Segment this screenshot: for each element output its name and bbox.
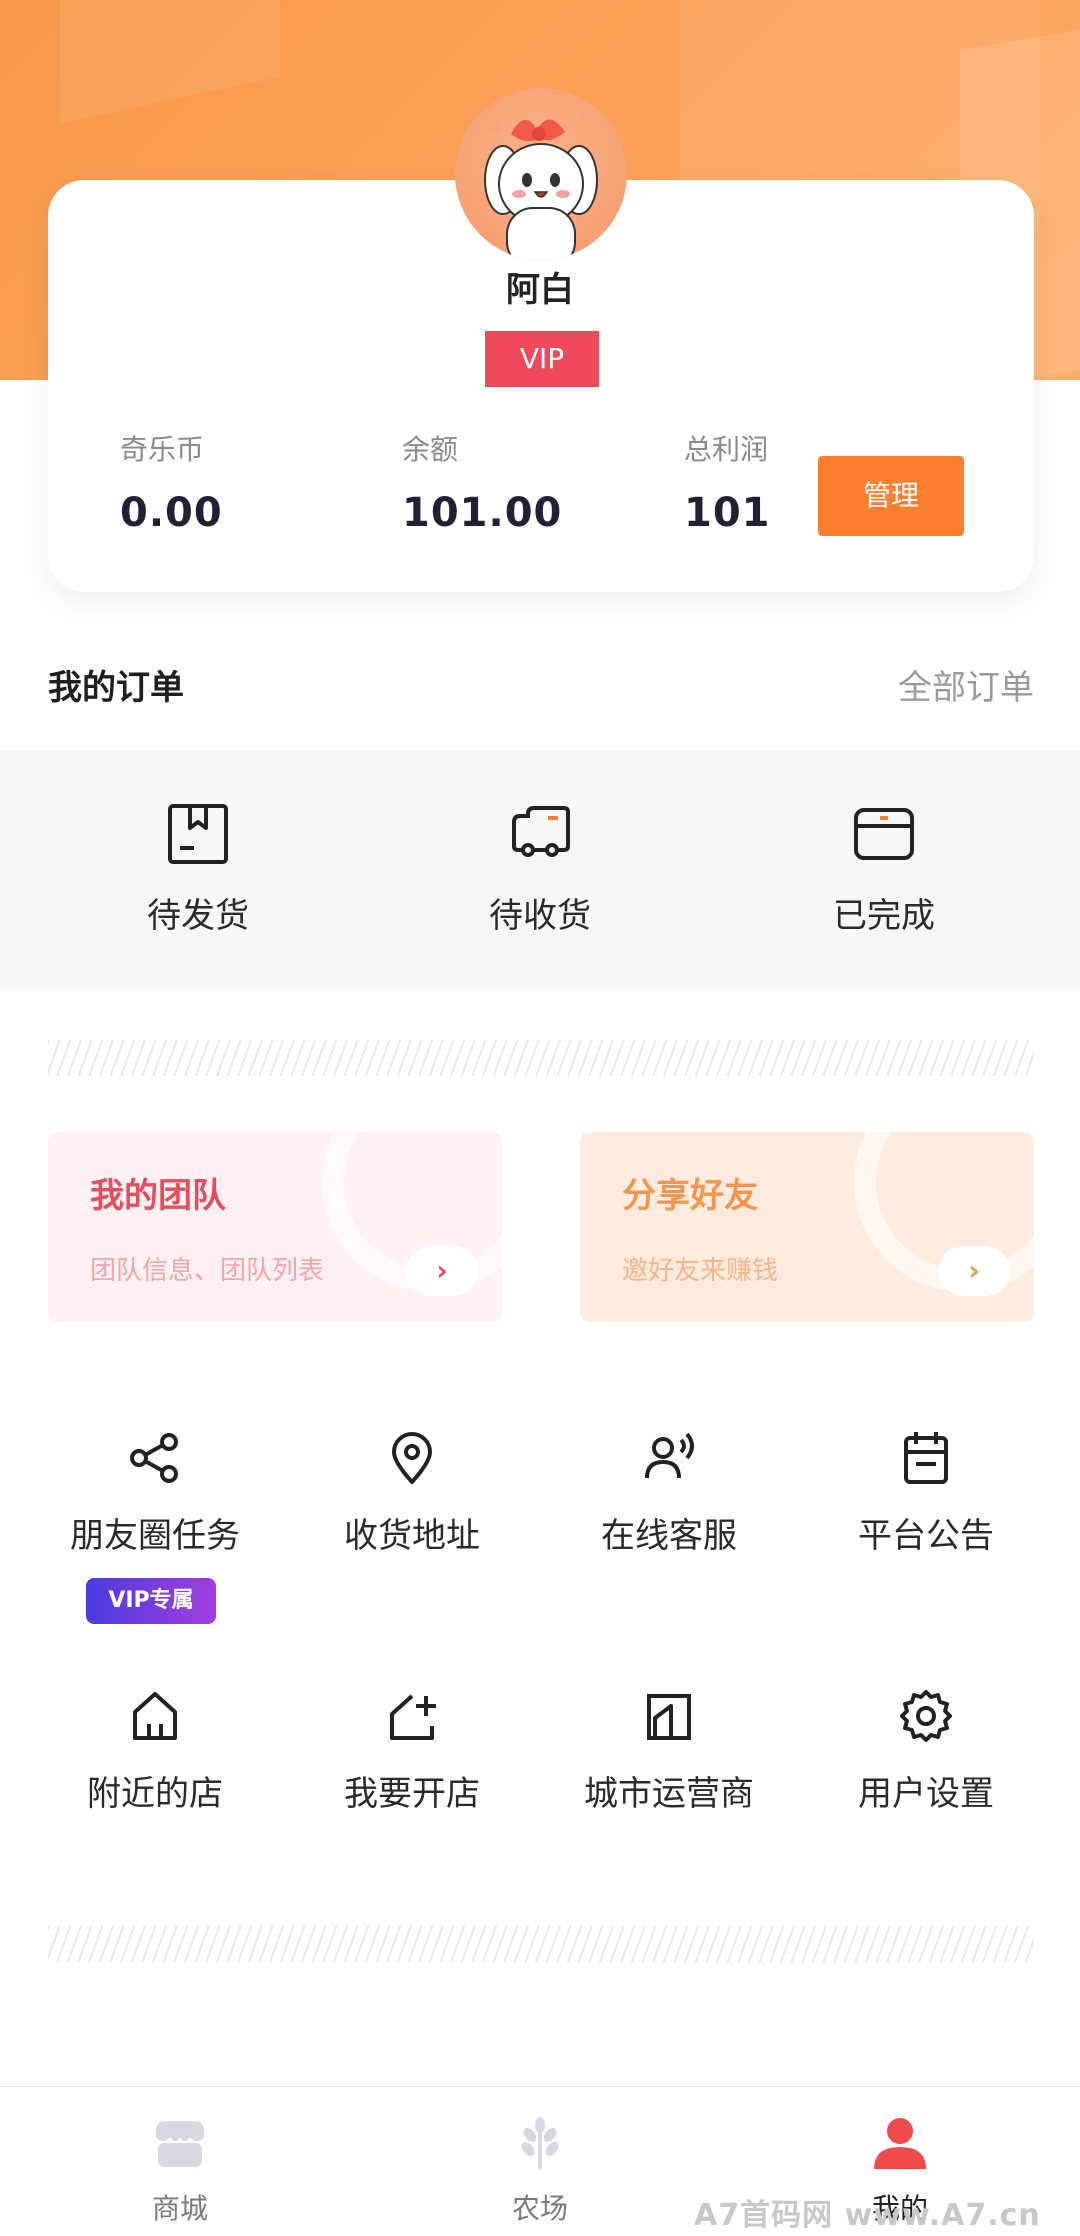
orders-header: 我的订单 全部订单 [48,660,1034,710]
stat-label: 奇乐币 [120,433,205,466]
service-label: 附近的店 [87,1774,223,1814]
stat-value: 101.00 [402,490,563,536]
stat-value: 0.00 [120,490,223,536]
promo-title: 分享好友 [622,1176,758,1216]
orders-title: 我的订单 [48,668,184,708]
service-label: 用户设置 [858,1774,994,1814]
avatar[interactable] [455,88,627,260]
service-label: 平台公告 [858,1516,994,1556]
truck-icon [512,806,570,857]
vip-badge: VIP [485,331,599,387]
order-pending-shipment[interactable]: 待发货 [98,802,298,937]
service-label: 朋友圈任务 [70,1516,240,1556]
order-label: 待收货 [489,896,591,936]
cartoon-dog-avatar-icon [484,113,598,260]
service-label: 我要开店 [344,1774,480,1814]
user-name: 阿白 [506,270,574,310]
orders-panel: 待发货 待收货 已完成 [0,750,1080,990]
banner-decoration [60,0,280,124]
order-pending-receipt[interactable]: 待收货 [440,802,640,937]
promo-subtitle: 团队信息、团队列表 [90,1256,325,1286]
service-moments-task[interactable]: 朋友圈任务 [45,1430,265,1557]
package-done-icon [854,808,914,860]
stat-coins[interactable]: 奇乐币 0.00 [120,428,223,536]
my-team-card[interactable]: 我的团队 团队信息、团队列表 › [48,1132,502,1322]
service-open-store[interactable]: 我要开店 [302,1688,522,1815]
order-label: 已完成 [833,896,935,936]
service-label: 收货地址 [344,1516,480,1556]
service-announcements[interactable]: 平台公告 [816,1430,1036,1557]
stat-label: 总利润 [684,433,769,466]
tab-shop[interactable]: 商城 [90,2113,270,2227]
location-pin-icon [392,1432,432,1484]
promo-title: 我的团队 [90,1176,226,1216]
service-city-operator[interactable]: 城市运营商 [559,1688,779,1815]
user-icon [874,2118,926,2169]
tab-label: 农场 [511,2192,568,2225]
tab-label: 商城 [151,2192,208,2225]
share-friends-card[interactable]: 分享好友 邀好友来赚钱 › [580,1132,1034,1322]
box-icon [168,804,228,864]
vip-exclusive-tag: VIP专属 [86,1578,216,1624]
share-icon [130,1433,178,1483]
wheat-icon [521,2117,559,2169]
service-label: 城市运营商 [584,1774,754,1814]
service-nearby-stores[interactable]: 附近的店 [45,1688,265,1815]
shop-icon [156,2121,204,2167]
home-icon [133,1692,177,1740]
all-orders-link[interactable]: 全部订单 [898,660,1034,709]
calendar-notice-icon [904,1432,948,1484]
promo-subtitle: 邀好友来赚钱 [622,1256,779,1286]
stat-value: 101 [684,490,771,536]
service-user-settings[interactable]: 用户设置 [816,1688,1036,1815]
chevron-right-icon[interactable]: › [938,1246,1010,1296]
city-building-icon [647,1694,691,1740]
divider [48,1040,1034,1076]
open-store-icon [390,1694,436,1740]
chevron-right-icon[interactable]: › [406,1246,478,1296]
stat-label: 余额 [402,433,459,466]
order-label: 待发货 [147,896,249,936]
order-completed[interactable]: 已完成 [784,802,984,937]
gear-icon [900,1690,952,1742]
service-customer-support[interactable]: 在线客服 [559,1430,779,1557]
watermark: A7首码网 www.A7.cn [694,2198,1041,2233]
service-label: 在线客服 [601,1516,737,1556]
stat-balance[interactable]: 余额 101.00 [402,428,562,536]
tab-farm[interactable]: 农场 [450,2113,630,2227]
stat-profit[interactable]: 总利润 101 [684,428,771,536]
customer-service-icon [645,1432,694,1479]
service-address[interactable]: 收货地址 [302,1430,522,1557]
manage-button[interactable]: 管理 [818,456,964,536]
divider [48,1926,1034,1962]
